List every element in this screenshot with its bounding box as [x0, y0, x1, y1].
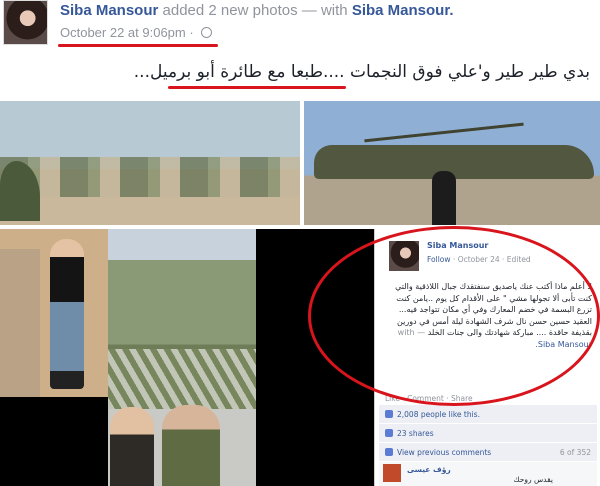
embedded-with-name: Siba Mansour. [535, 339, 592, 349]
author-name-link[interactable]: Siba Mansour [60, 2, 158, 19]
embedded-shares: 23 shares [379, 424, 597, 442]
soldier-shape [162, 405, 220, 486]
embedded-edited: Edited [506, 255, 531, 264]
comment-icon [385, 448, 393, 456]
embedded-actions: Like · Comment · Share [385, 394, 473, 403]
comment-text: يقدس روحك [513, 475, 553, 484]
embedded-with-label: — with [397, 328, 426, 337]
commenter-avatar [383, 464, 401, 482]
embedded-likes-text: 2,008 people like this. [397, 410, 480, 419]
photo-background [256, 229, 374, 486]
timestamp-underline [58, 44, 218, 47]
embedded-author-avatar [389, 241, 419, 271]
helicopter-shape [314, 145, 594, 179]
fence-shape [0, 249, 40, 397]
tagged-user-link[interactable]: Siba Mansour. [352, 2, 454, 19]
embedded-meta: Follow · October 24 · Edited [427, 255, 531, 264]
globe-icon [201, 27, 213, 38]
embedded-author-name: Siba Mansour [427, 241, 489, 250]
post-caption: بدي طير طير و'علي فوق النجمات ....طبعا م… [133, 62, 590, 82]
caption-underline [168, 86, 346, 89]
photo-mountain-soldier[interactable] [108, 229, 256, 486]
person-shape [50, 239, 84, 389]
rotor-shape [364, 122, 524, 143]
embedded-shares-text: 23 shares [397, 429, 434, 438]
embedded-view-previous: View previous comments 6 of 352 [379, 443, 597, 461]
share-icon [385, 429, 393, 437]
photo-helicopter[interactable] [304, 101, 600, 225]
embedded-view-previous-text: View previous comments [397, 448, 492, 457]
post-header: Siba Mansour added 2 new photos — with S… [60, 2, 454, 19]
commenter-name: رؤف عيسى [407, 465, 451, 474]
embedded-date: October 24 [457, 255, 500, 264]
thumbs-up-icon [385, 410, 393, 418]
embedded-comment: رؤف عيسى يقدس روحك [379, 462, 597, 486]
embedded-body: لا أعلم ماذا أكتب عنك ياصديق سنفتقدك جبا… [395, 282, 592, 337]
photo-woman-standing[interactable] [0, 229, 108, 397]
embedded-comment-count: 6 of 352 [559, 448, 591, 457]
photo-airfield-jets[interactable] [0, 101, 300, 225]
author-avatar[interactable] [3, 0, 48, 45]
jets-shape [0, 157, 300, 197]
meta-separator: · [189, 25, 194, 40]
embedded-follow: Follow [427, 255, 451, 264]
person-shape [432, 171, 456, 225]
post-timestamp-link[interactable]: October 22 at 9:06pm [60, 25, 186, 40]
post-meta: October 22 at 9:06pm · [60, 25, 213, 40]
embedded-post-text: لا أعلم ماذا أكتب عنك ياصديق سنفتقدك جبا… [382, 281, 592, 350]
rocks-shape [108, 349, 256, 409]
photo-background [0, 397, 108, 486]
person-shape [110, 407, 154, 486]
post-action-text: added 2 new photos — with [162, 2, 348, 19]
embedded-likes: 2,008 people like this. [379, 405, 597, 423]
embedded-post-screenshot[interactable]: Siba Mansour Follow · October 24 · Edite… [374, 229, 600, 486]
